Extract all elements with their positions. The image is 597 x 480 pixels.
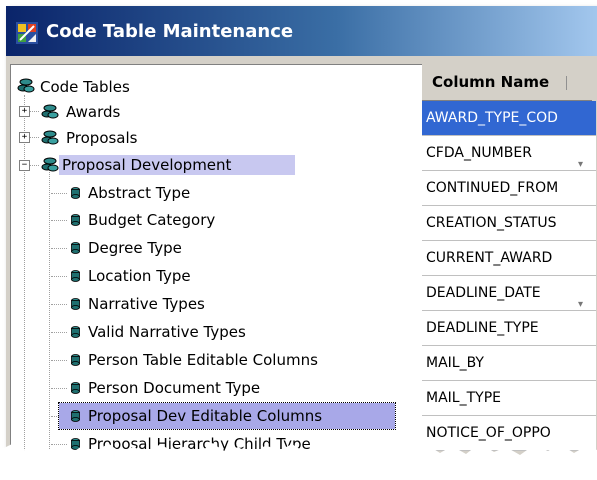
tree-connector: [49, 161, 50, 461]
tree-leaf-person-table-editable-columns[interactable]: Person Table Editable Columns: [85, 350, 321, 370]
grid-cell: CURRENT_AWARD: [426, 250, 553, 266]
grid-cell: AWARD_TYPE_COD: [426, 110, 558, 126]
table-leaf-icon: [71, 382, 80, 394]
tree-connector: [51, 304, 67, 305]
torn-edge: [0, 442, 597, 480]
grid-cell: CREATION_STATUS: [426, 215, 557, 231]
database-icon: [41, 130, 59, 145]
grid-row[interactable]: CFDA_NUMBER ▾: [422, 136, 596, 171]
grid-cell: CFDA_NUMBER: [426, 145, 532, 161]
grid-cell: MAIL_BY: [426, 355, 484, 371]
tree-connector: [29, 137, 39, 138]
grid-row[interactable]: CREATION_STATUS: [422, 206, 596, 241]
tree-node-awards[interactable]: Awards: [63, 102, 123, 122]
tree-connector: [51, 332, 67, 333]
code-table-maintenance-window: Code Table Maintenance Code Tables + Awa…: [6, 6, 597, 466]
tree-leaf-degree-type[interactable]: Degree Type: [85, 238, 185, 258]
tree-connector: [51, 360, 67, 361]
grid-row[interactable]: MAIL_TYPE: [422, 381, 596, 416]
tree-root-code-tables[interactable]: Code Tables: [37, 77, 133, 97]
grid-row[interactable]: DEADLINE_DATE ▾: [422, 276, 596, 311]
table-leaf-icon: [71, 326, 80, 338]
tree-leaf-valid-narrative-types[interactable]: Valid Narrative Types: [85, 322, 249, 342]
tree-connector: [51, 276, 67, 277]
database-icon: [41, 157, 59, 172]
header-divider[interactable]: [566, 76, 567, 90]
tree-connector: [29, 111, 39, 112]
grid-cell: MAIL_TYPE: [426, 390, 501, 406]
tree-connector: [24, 95, 25, 455]
collapse-proposal-development-icon[interactable]: −: [19, 160, 30, 171]
row-marker: ▾: [578, 299, 584, 310]
grid-cell: DEADLINE_DATE: [426, 285, 541, 301]
database-icon: [41, 104, 59, 119]
grid-row[interactable]: AWARD_TYPE_COD: [422, 101, 596, 136]
tree-connector: [51, 248, 67, 249]
expand-awards-icon[interactable]: +: [19, 106, 30, 117]
tree-node-proposal-development[interactable]: Proposal Development: [59, 155, 295, 175]
grid-cell: DEADLINE_TYPE: [426, 320, 539, 336]
title-bar[interactable]: Code Table Maintenance: [6, 6, 597, 56]
tree-connector: [51, 193, 67, 194]
row-marker: ▾: [578, 159, 584, 170]
table-leaf-icon: [71, 242, 80, 254]
table-leaf-icon: [71, 410, 80, 422]
tree-node-proposals[interactable]: Proposals: [63, 128, 140, 148]
tree-leaf-person-document-type[interactable]: Person Document Type: [85, 378, 263, 398]
tree-leaf-abstract-type[interactable]: Abstract Type: [85, 183, 193, 203]
table-leaf-icon: [71, 354, 80, 366]
tree-leaf-proposal-dev-editable-columns[interactable]: Proposal Dev Editable Columns: [85, 406, 325, 426]
grid-row[interactable]: DEADLINE_TYPE: [422, 311, 596, 346]
database-icon: [17, 78, 35, 93]
tree-leaf-location-type[interactable]: Location Type: [85, 266, 194, 286]
tree-connector: [51, 388, 67, 389]
expand-proposals-icon[interactable]: +: [19, 132, 30, 143]
window-title: Code Table Maintenance: [46, 21, 294, 42]
table-leaf-icon: [71, 298, 80, 310]
tree-leaf-narrative-types[interactable]: Narrative Types: [85, 294, 208, 314]
grid-row[interactable]: CONTINUED_FROM: [422, 171, 596, 206]
grid-cell: CONTINUED_FROM: [426, 180, 559, 196]
tree-connector: [29, 165, 39, 166]
columns-grid[interactable]: Column Name AWARD_TYPE_COD CFDA_NUMBER ▾ …: [422, 64, 597, 466]
table-leaf-icon: [71, 270, 80, 282]
code-tables-tree[interactable]: Code Tables + Awards + Proposals − Propo…: [10, 64, 424, 466]
table-leaf-icon: [71, 214, 80, 226]
tree-connector: [51, 220, 67, 221]
app-icon: [16, 22, 38, 44]
grid-row[interactable]: MAIL_BY: [422, 346, 596, 381]
column-name-header-label: Column Name: [432, 73, 550, 91]
table-leaf-icon: [71, 187, 80, 199]
tree-leaf-budget-category[interactable]: Budget Category: [85, 210, 218, 230]
grid-row[interactable]: CURRENT_AWARD: [422, 241, 596, 276]
